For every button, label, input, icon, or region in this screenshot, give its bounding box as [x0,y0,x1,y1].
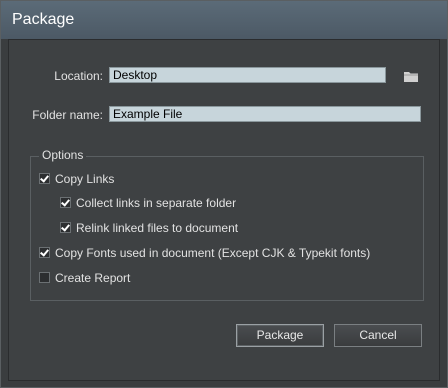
create-report-label: Create Report [55,271,131,285]
package-dialog: Package Location: Desktop Folder name: E… [0,0,448,388]
copy-fonts-label: Copy Fonts used in document (Except CJK … [55,246,371,260]
dialog-body: Location: Desktop Folder name: Example F… [8,39,440,381]
options-title: Options [39,148,87,162]
checkbox-box [60,197,71,208]
folder-name-field[interactable]: Example File [109,106,421,122]
checkbox-box [60,222,71,233]
checkbox-box [39,272,50,283]
dialog-title: Package [12,11,75,28]
checkbox-box [39,247,50,258]
location-field[interactable]: Desktop [109,67,386,83]
package-button[interactable]: Package [236,324,324,347]
title-bar[interactable]: Package [1,1,447,39]
relink-files-label: Relink linked files to document [76,221,239,235]
folder-name-label: Folder name: [32,108,103,122]
checkbox-box [39,173,50,184]
browse-folder-button[interactable] [403,69,419,83]
location-label: Location: [54,69,103,83]
copy-links-label: Copy Links [55,172,115,186]
folder-icon [404,72,418,82]
cancel-button[interactable]: Cancel [334,324,422,347]
collect-links-label: Collect links in separate folder [76,196,237,210]
